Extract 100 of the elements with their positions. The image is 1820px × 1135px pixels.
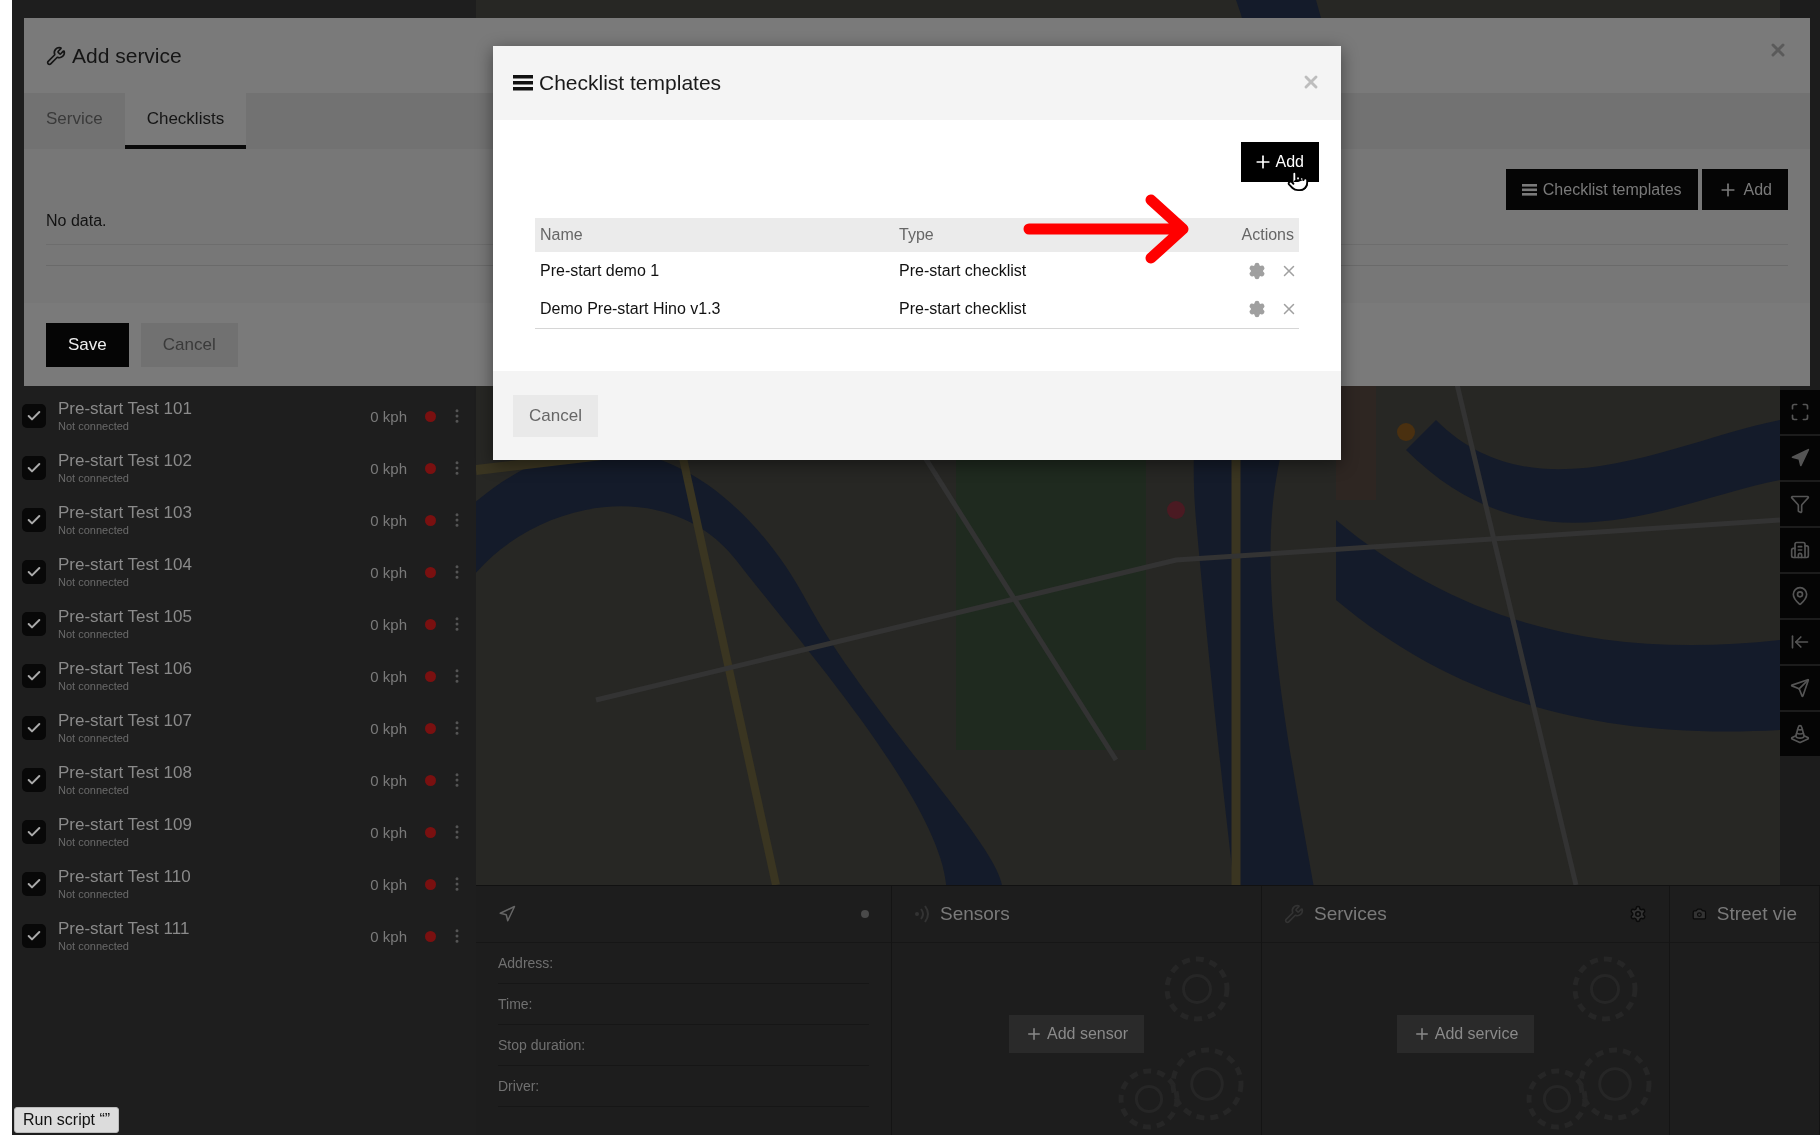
tab[interactable]: Checklists bbox=[124, 93, 247, 149]
map-tool-button[interactable] bbox=[1780, 712, 1820, 756]
dialog-title: Add service bbox=[72, 43, 182, 68]
navigation-icon[interactable] bbox=[1790, 448, 1810, 468]
status-dot bbox=[425, 462, 436, 474]
vehicle-name: Pre-start Test 105 bbox=[58, 607, 193, 627]
templates-button[interactable]: Checklist templates bbox=[1505, 169, 1698, 210]
table-cell: Pre-start checklist bbox=[894, 252, 1173, 290]
speed-value: 0 kph bbox=[370, 927, 407, 945]
wrench-icon bbox=[46, 45, 66, 66]
field-label: Driver: bbox=[498, 1078, 540, 1094]
checkbox[interactable] bbox=[22, 508, 46, 532]
list-icon bbox=[1521, 183, 1537, 196]
checkbox[interactable] bbox=[22, 872, 46, 896]
speed-value: 0 kph bbox=[370, 459, 407, 477]
speed-value: 0 kph bbox=[370, 563, 407, 581]
vehicle-status: Not connected bbox=[58, 887, 130, 901]
building-icon[interactable] bbox=[1790, 540, 1810, 560]
field-label: Address: bbox=[498, 955, 554, 971]
speed-value: 0 kph bbox=[370, 511, 407, 529]
vehicle-name: Pre-start Test 110 bbox=[58, 867, 192, 887]
vehicle-status: Not connected bbox=[58, 783, 130, 797]
status-dot bbox=[425, 618, 436, 630]
checkbox[interactable] bbox=[22, 456, 46, 480]
dot-icon bbox=[861, 910, 869, 918]
checkbox[interactable] bbox=[22, 404, 46, 428]
status-dot bbox=[425, 410, 436, 422]
list-icon bbox=[513, 75, 533, 91]
speed-value: 0 kph bbox=[370, 719, 407, 737]
add-button[interactable]: Add bbox=[1701, 169, 1788, 210]
speed-value: 0 kph bbox=[370, 407, 407, 425]
panel-title: Street vie bbox=[1716, 903, 1797, 925]
vehicle-status: Not connected bbox=[58, 575, 130, 589]
map-tool-button[interactable] bbox=[1780, 666, 1820, 710]
status-dot bbox=[425, 826, 436, 838]
table-cell: Pre-start checklist bbox=[894, 290, 1173, 329]
filter-icon[interactable] bbox=[1790, 494, 1810, 514]
status-dot bbox=[425, 722, 436, 734]
checkbox[interactable] bbox=[22, 664, 46, 688]
status-dot bbox=[425, 930, 436, 942]
vehicle-status: Not connected bbox=[58, 471, 130, 485]
speed-value: 0 kph bbox=[370, 667, 407, 685]
vehicle-name: Pre-start Test 108 bbox=[58, 763, 193, 783]
column-header: Name bbox=[535, 218, 895, 252]
traffic-cone-icon[interactable] bbox=[1790, 724, 1810, 744]
hand-cursor-icon bbox=[1286, 170, 1309, 192]
run-script-button[interactable]: Run script “” bbox=[14, 1107, 120, 1133]
speed-value: 0 kph bbox=[370, 771, 407, 789]
vehicle-name: Pre-start Test 107 bbox=[58, 711, 193, 731]
status-dot bbox=[425, 878, 436, 890]
add-button[interactable]: Add sensor bbox=[1009, 1015, 1144, 1053]
checkbox[interactable] bbox=[22, 560, 46, 584]
vehicle-name: Pre-start Test 111 bbox=[58, 919, 191, 939]
map-tool-button[interactable] bbox=[1780, 390, 1820, 434]
checkbox[interactable] bbox=[22, 612, 46, 636]
panel-title: Sensors bbox=[940, 903, 1010, 925]
settings-icon[interactable] bbox=[1629, 905, 1647, 923]
status-dot bbox=[425, 514, 436, 526]
map-tool-button[interactable] bbox=[1780, 436, 1820, 480]
speed-value: 0 kph bbox=[370, 875, 407, 893]
checkbox[interactable] bbox=[22, 716, 46, 740]
map-tool-button[interactable] bbox=[1780, 574, 1820, 618]
cancel-button[interactable]: Cancel bbox=[513, 394, 598, 437]
checkbox[interactable] bbox=[22, 820, 46, 844]
arrow-left-icon[interactable] bbox=[1790, 632, 1810, 652]
panel-title: Services bbox=[1314, 903, 1387, 925]
field-label: Time: bbox=[498, 996, 533, 1012]
vehicle-name: Pre-start Test 104 bbox=[58, 555, 193, 575]
expand-icon[interactable] bbox=[1790, 402, 1810, 422]
speed-value: 0 kph bbox=[370, 615, 407, 633]
vehicle-status: Not connected bbox=[58, 419, 130, 433]
field-label: Stop duration: bbox=[498, 1037, 586, 1053]
vehicle-name: Pre-start Test 109 bbox=[58, 815, 193, 835]
vehicle-name: Pre-start Test 102 bbox=[58, 451, 193, 471]
vehicle-status: Not connected bbox=[58, 679, 130, 693]
settings-icon[interactable] bbox=[1248, 262, 1266, 280]
add-button[interactable]: Add service bbox=[1396, 1015, 1535, 1053]
vehicle-name: Pre-start Test 101 bbox=[58, 399, 193, 419]
map-pin-icon[interactable] bbox=[1790, 586, 1810, 606]
checkbox[interactable] bbox=[22, 768, 46, 792]
map-tool-button[interactable] bbox=[1780, 482, 1820, 526]
status-dot bbox=[425, 566, 436, 578]
save-button[interactable]: Save bbox=[46, 322, 129, 367]
map-tool-button[interactable] bbox=[1780, 620, 1820, 664]
modal-title: Checklist templates bbox=[539, 71, 722, 95]
status-dot bbox=[425, 670, 436, 682]
settings-icon[interactable] bbox=[1248, 300, 1266, 318]
checkbox[interactable] bbox=[22, 924, 46, 948]
navigation-icon bbox=[498, 905, 516, 923]
vehicle-status: Not connected bbox=[58, 731, 130, 745]
vehicle-status: Not connected bbox=[58, 523, 130, 537]
speed-value: 0 kph bbox=[370, 823, 407, 841]
status-dot bbox=[425, 774, 436, 786]
column-header: Actions bbox=[1172, 218, 1299, 252]
send-icon[interactable] bbox=[1790, 678, 1810, 698]
table-cell: Demo Pre-start Hino v1.3 bbox=[535, 290, 895, 329]
map-tool-button[interactable] bbox=[1780, 528, 1820, 572]
vehicle-name: Pre-start Test 106 bbox=[58, 659, 193, 679]
vehicle-status: Not connected bbox=[58, 939, 130, 953]
vehicle-status: Not connected bbox=[58, 627, 130, 641]
